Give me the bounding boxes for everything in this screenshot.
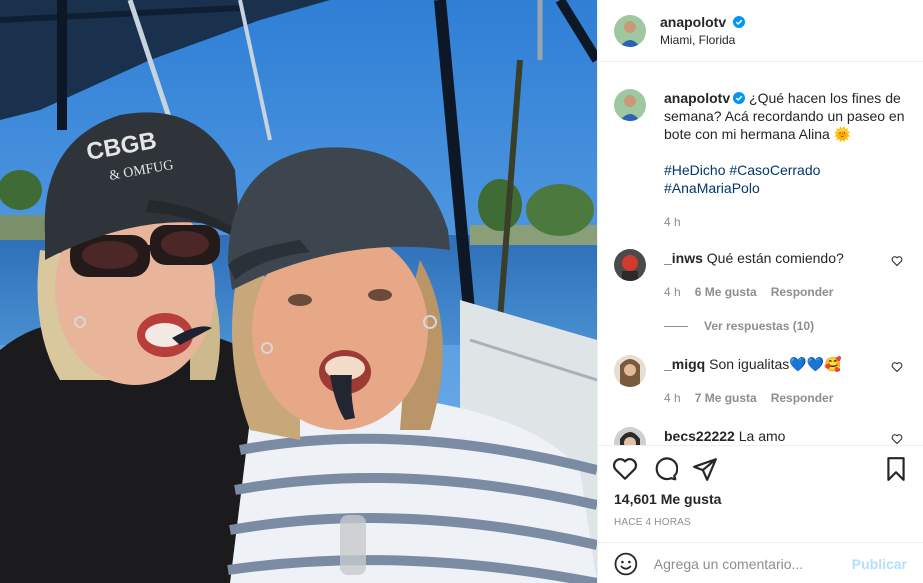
comment-like-heart-icon[interactable]: [891, 255, 903, 267]
action-icons: [612, 456, 909, 482]
caption-time[interactable]: 4 h: [664, 213, 907, 231]
comment-input[interactable]: [653, 555, 852, 572]
comment-body: becs22222 La amo: [664, 427, 884, 445]
comment-avatar[interactable]: [614, 249, 646, 281]
comment-username[interactable]: _inws: [664, 250, 703, 266]
bookmark-icon[interactable]: [883, 456, 909, 482]
view-replies-label: Ver respuestas (10): [704, 319, 815, 333]
post-header: anapolotv Miami, Florida: [598, 0, 923, 62]
comment-icon[interactable]: [652, 456, 678, 482]
view-replies-button[interactable]: Ver respuestas (10): [664, 319, 907, 333]
comment-like-heart-icon[interactable]: [891, 361, 903, 373]
comment-body: _inws Qué están comiendo? 4 h 6 Me gusta R…: [664, 249, 884, 301]
replies-divider: [664, 325, 688, 327]
post-timestamp[interactable]: HACE 4 HORAS: [614, 517, 691, 528]
add-comment-bar: Publicar: [598, 542, 923, 583]
post-author: anapolotv Miami, Florida: [660, 13, 746, 49]
comment-text: Qué están comiendo?: [706, 250, 844, 266]
comment-body: _migq Son igualitas💙💙🥰 4 h 7 Me gusta Resp…: [664, 355, 884, 407]
caption-body: anapolotv ¿Qué hacen los fines de semana…: [664, 89, 907, 231]
comment-username[interactable]: _migq: [664, 356, 705, 372]
avatar-image: [614, 249, 646, 281]
author-username[interactable]: anapolotv: [660, 14, 726, 30]
post-caption: anapolotv ¿Qué hacen los fines de semana…: [614, 63, 907, 231]
verified-badge-icon: [733, 15, 746, 28]
post-side-panel: anapolotv Miami, Florida anapolotv ¿Qué …: [597, 0, 923, 583]
comment-text: Son igualitas💙💙🥰: [709, 356, 842, 372]
heart-icon[interactable]: [612, 456, 638, 482]
caption-hashtags[interactable]: #HeDicho #CasoCerrado #AnaMariaPolo: [664, 161, 907, 197]
post-actions: 14,601 Me gusta HACE 4 HORAS Publicar: [598, 445, 923, 583]
publish-button[interactable]: Publicar: [852, 556, 907, 572]
verified-badge-icon: [733, 92, 746, 104]
comment-likes[interactable]: 6 Me gusta: [695, 285, 757, 299]
post-photo[interactable]: CBGB & OMFUG: [0, 0, 597, 583]
comment-item: _migq Son igualitas💙💙🥰 4 h 7 Me gusta Resp…: [614, 355, 907, 407]
comment-item: becs22222 La amo: [614, 427, 907, 445]
photo-illustration: CBGB & OMFUG: [0, 0, 597, 583]
reply-button[interactable]: Responder: [771, 391, 834, 405]
likes-count[interactable]: 14,601 Me gusta: [614, 491, 721, 507]
emoji-icon[interactable]: [614, 552, 638, 576]
avatar-image: [614, 355, 646, 387]
instagram-post: CBGB & OMFUG anapolotv Miami, Florida an…: [0, 0, 923, 583]
reply-button[interactable]: Responder: [771, 285, 834, 299]
comment-likes[interactable]: 7 Me gusta: [695, 391, 757, 405]
comment-text: La amo: [738, 428, 786, 444]
comment-time[interactable]: 4 h: [664, 391, 681, 405]
comment-like-heart-icon[interactable]: [891, 433, 903, 445]
comment-avatar[interactable]: [614, 427, 646, 445]
avatar-image: [614, 427, 646, 445]
comment-time[interactable]: 4 h: [664, 285, 681, 299]
avatar[interactable]: [614, 14, 646, 47]
comment-meta: 4 h 7 Me gusta Responder: [664, 389, 884, 407]
caption-username[interactable]: anapolotv: [664, 90, 730, 106]
comment-avatar[interactable]: [614, 355, 646, 387]
comment-item: _inws Qué están comiendo? 4 h 6 Me gusta R…: [614, 249, 907, 301]
avatar-image: [614, 89, 646, 121]
send-icon[interactable]: [692, 456, 718, 482]
post-location[interactable]: Miami, Florida: [660, 31, 745, 49]
comment-meta: 4 h 6 Me gusta Responder: [664, 283, 884, 301]
comment-username[interactable]: becs22222: [664, 428, 735, 444]
avatar-image: [614, 14, 646, 47]
caption-avatar[interactable]: [614, 89, 646, 121]
comments-list[interactable]: anapolotv ¿Qué hacen los fines de semana…: [598, 63, 923, 445]
